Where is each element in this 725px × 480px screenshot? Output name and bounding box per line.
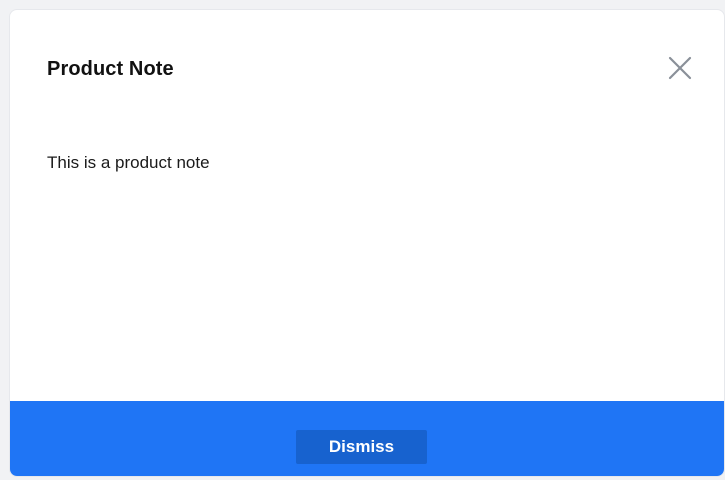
dialog-header: Product Note [47, 48, 704, 88]
dialog-title: Product Note [47, 58, 174, 80]
dialog-message: This is a product note [47, 153, 210, 172]
close-button[interactable] [662, 50, 698, 86]
product-note-dialog: Product Note This is a product note Dism… [9, 9, 725, 477]
close-icon [668, 56, 692, 80]
dialog-body: This is a product note [47, 153, 687, 173]
dialog-footer: Dismiss [10, 401, 724, 476]
dismiss-button[interactable]: Dismiss [296, 430, 427, 464]
